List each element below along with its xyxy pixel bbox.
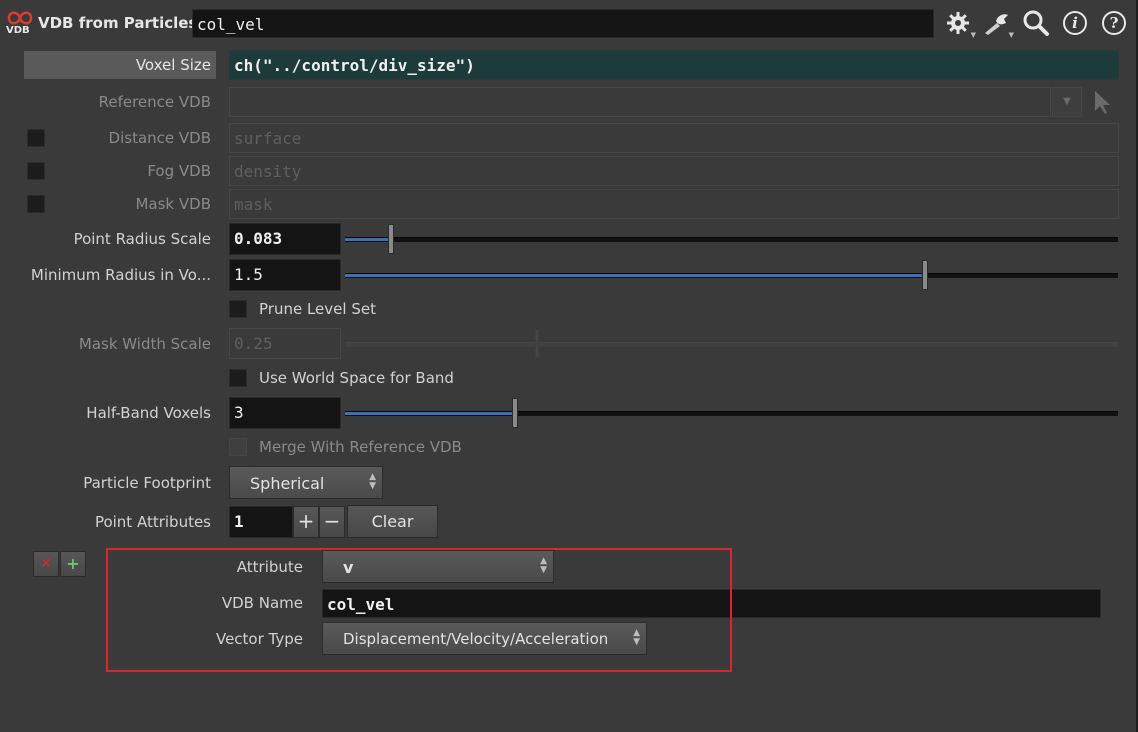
voxel-size-label: Voxel Size <box>135 56 211 74</box>
half-band-voxels-field[interactable]: 3 <box>229 397 341 429</box>
search-icon[interactable] <box>1022 9 1050 37</box>
prune-level-set-label: Prune Level Set <box>259 300 376 318</box>
remove-attribute-button[interactable]: − <box>319 506 345 538</box>
point-radius-scale-slider[interactable] <box>345 223 1118 255</box>
mask-vdb-field[interactable]: mask <box>229 189 1119 219</box>
point-radius-scale-field[interactable]: 0.083 <box>229 223 341 255</box>
point-radius-scale-label: Point Radius Scale <box>73 230 211 248</box>
minimum-radius-label: Minimum Radius in Vo... <box>30 266 211 284</box>
slider-track[interactable] <box>345 237 1118 242</box>
slider-track[interactable] <box>345 273 1118 278</box>
slider-fill <box>345 412 516 415</box>
fog-vdb-field[interactable]: density <box>229 156 1119 186</box>
clear-attributes-button[interactable]: Clear <box>347 505 438 538</box>
menu-arrows-icon: ▲ ▼ <box>369 472 376 491</box>
chevron-down-icon: ▼ <box>970 31 976 39</box>
remove-instance-button[interactable]: ✕ <box>33 551 59 577</box>
gear-icon[interactable]: ▼ <box>944 9 976 39</box>
vdb-node-icon[interactable]: VDB <box>5 8 35 40</box>
info-icon[interactable]: i <box>1063 11 1087 35</box>
annotation-highlight-box <box>106 548 732 672</box>
add-attribute-button[interactable]: + <box>293 506 319 538</box>
merge-reference-label: Merge With Reference VDB <box>259 438 462 456</box>
mask-vdb-label: Mask VDB <box>135 195 211 213</box>
minimum-radius-field[interactable]: 1.5 <box>229 259 341 291</box>
parameter-header: VDB VDB from Particles col_vel ▼ ▼ i ? <box>0 0 1138 46</box>
node-pick-arrow-icon[interactable] <box>1092 89 1114 119</box>
particle-footprint-menu[interactable]: Spherical ▲ ▼ <box>229 466 383 499</box>
slider-fill <box>345 238 392 241</box>
slider-track[interactable] <box>345 411 1118 416</box>
point-attributes-label: Point Attributes <box>94 513 211 531</box>
insert-instance-button[interactable]: + <box>60 551 86 577</box>
reference-vdb-label: Reference VDB <box>98 93 211 111</box>
slider-handle[interactable] <box>388 224 395 254</box>
slider-handle[interactable] <box>512 398 519 428</box>
half-band-voxels-slider[interactable] <box>345 397 1118 429</box>
slider-handle[interactable] <box>535 329 540 358</box>
fog-vdb-label: Fog VDB <box>147 162 211 180</box>
slider-handle[interactable] <box>921 260 928 290</box>
minimum-radius-slider[interactable] <box>345 259 1118 291</box>
mask-width-scale-slider[interactable] <box>345 328 1118 359</box>
reference-vdb-field[interactable] <box>229 87 1051 117</box>
vdb-icon-label: VDB <box>6 25 30 36</box>
particle-footprint-value: Spherical <box>250 474 325 493</box>
slider-fill <box>345 274 925 277</box>
slider-track[interactable] <box>345 341 1118 347</box>
node-name-field[interactable]: col_vel <box>192 9 934 38</box>
chevron-down-icon: ▼ <box>1008 31 1014 39</box>
prune-level-set-checkbox[interactable] <box>229 300 247 318</box>
particle-footprint-label: Particle Footprint <box>83 474 211 492</box>
voxel-size-field[interactable]: ch("../control/div_size") <box>229 50 1119 80</box>
reference-vdb-dropdown-icon[interactable]: ▼ <box>1052 87 1082 117</box>
point-attributes-count-field[interactable]: 1 <box>229 506 293 538</box>
mask-width-scale-field[interactable]: 0.25 <box>229 328 341 359</box>
distance-vdb-field[interactable]: surface <box>229 123 1119 153</box>
use-world-space-checkbox[interactable] <box>229 369 247 387</box>
merge-reference-checkbox[interactable] <box>229 438 247 456</box>
use-world-space-label: Use World Space for Band <box>259 369 454 387</box>
info-glyph: i <box>1063 11 1087 35</box>
node-type-label: VDB from Particles <box>38 14 198 32</box>
mask-width-scale-label: Mask Width Scale <box>78 335 211 353</box>
half-band-voxels-label: Half-Band Voxels <box>86 404 211 422</box>
help-glyph: ? <box>1102 11 1126 35</box>
help-icon[interactable]: ? <box>1102 11 1126 35</box>
wrench-icon[interactable]: ▼ <box>982 9 1014 39</box>
distance-vdb-label: Distance VDB <box>108 129 211 147</box>
